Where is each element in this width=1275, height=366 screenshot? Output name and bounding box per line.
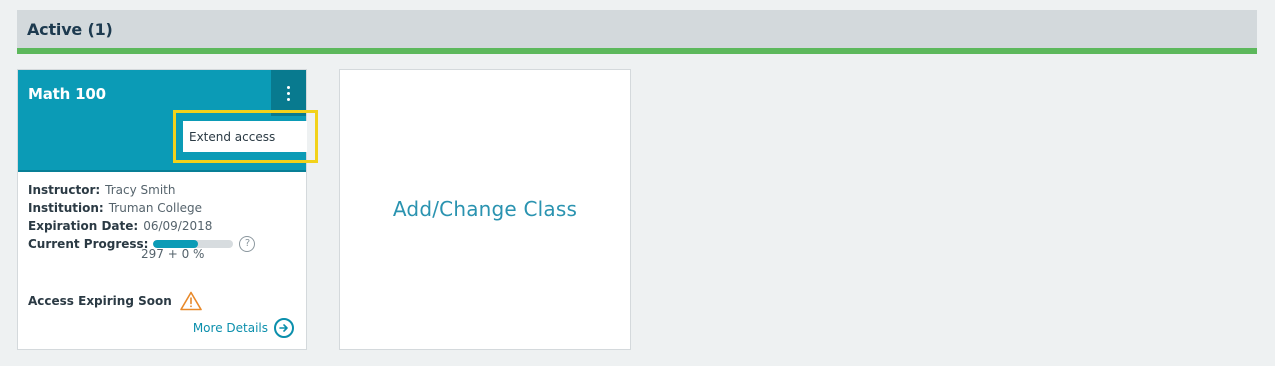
instructor-value: Tracy Smith <box>105 183 176 197</box>
more-details-link[interactable]: More Details <box>193 318 294 338</box>
class-card-banner: Math 100 Extend access <box>18 70 307 172</box>
class-name: Math 100 <box>28 85 106 103</box>
arrow-right-circle-icon <box>274 318 294 338</box>
active-section-header: Active (1) <box>17 10 1257 54</box>
help-icon[interactable]: ? <box>239 236 256 252</box>
more-details-label: More Details <box>192 321 268 335</box>
expiration-row: Expiration Date: 06/09/2018 <box>28 217 255 235</box>
class-details: Instructor: Tracy Smith Institution: Tru… <box>28 181 256 253</box>
expiration-value: 06/09/2018 <box>143 219 213 233</box>
kebab-icon <box>287 85 290 101</box>
section-title: Active (1) <box>27 20 113 39</box>
extend-access-menu-item[interactable]: Extend access <box>183 121 307 152</box>
institution-label: Institution: <box>28 201 104 215</box>
instructor-label: Instructor: <box>28 183 101 197</box>
warning-icon <box>179 291 202 311</box>
institution-value: Truman College <box>108 201 203 215</box>
class-card: Math 100 Extend access Instructor: Tracy… <box>17 69 307 350</box>
expiration-label: Expiration Date: <box>28 219 139 233</box>
more-options-button[interactable] <box>271 70 306 116</box>
add-change-class-label: Add/Change Class <box>392 197 578 221</box>
instructor-row: Instructor: Tracy Smith <box>28 181 255 199</box>
add-change-class-card[interactable]: Add/Change Class <box>339 69 631 350</box>
access-status: Access Expiring Soon <box>28 291 202 311</box>
progress-text: 297 + 0 % <box>141 247 205 261</box>
progress-label: Current Progress: <box>28 237 149 251</box>
access-status-text: Access Expiring Soon <box>28 294 172 308</box>
institution-row: Institution: Truman College <box>28 199 255 217</box>
